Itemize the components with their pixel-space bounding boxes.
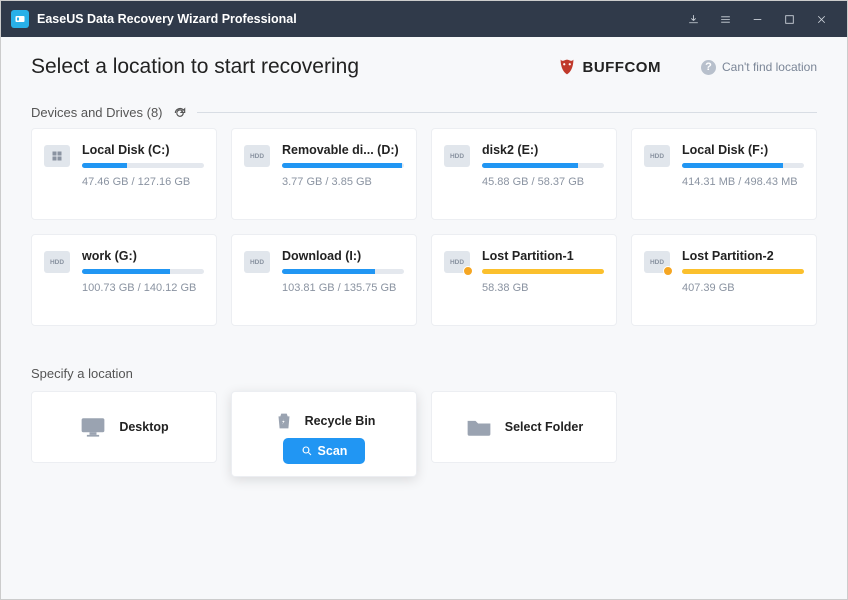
drive-name: Lost Partition-1 [482,249,604,263]
download-icon[interactable] [677,1,709,37]
drive-stats: 58.38 GB [482,282,604,294]
drive-name: Removable di... (D:) [282,143,404,157]
drive-card[interactable]: Lost Partition-1 58.38 GB [431,234,617,326]
hdd-drive-icon [644,251,670,273]
location-select-folder-label: Select Folder [505,420,584,434]
drive-card[interactable]: Local Disk (F:) 414.31 MB / 498.43 MB [631,128,817,220]
desktop-icon [79,415,107,439]
hdd-drive-icon [444,145,470,167]
usage-bar [482,269,604,274]
warning-badge-icon [663,266,673,276]
brand-logo-text: BUFFCOM [582,59,661,76]
content-area: Select a location to start recovering BU… [1,37,847,599]
drive-name: work (G:) [82,249,204,263]
page-title: Select a location to start recovering [31,55,359,79]
drive-stats: 3.77 GB / 3.85 GB [282,176,404,188]
drive-name: Local Disk (F:) [682,143,804,157]
usage-bar [82,163,204,168]
app-icon [11,10,29,28]
warning-badge-icon [463,266,473,276]
refresh-icon[interactable] [173,106,187,120]
hdd-drive-icon [644,145,670,167]
scan-button-label: Scan [318,444,348,458]
usage-bar [282,269,404,274]
drive-stats: 414.31 MB / 498.43 MB [682,176,804,188]
drives-grid: Local Disk (C:) 47.46 GB / 127.16 GB Remov… [31,128,817,326]
usage-bar [82,269,204,274]
titlebar: EaseUS Data Recovery Wizard Professional [1,1,847,37]
hdd-drive-icon [244,145,270,167]
hdd-drive-icon [244,251,270,273]
drive-name: disk2 (E:) [482,143,604,157]
specify-section-header: Specify a location [31,366,817,381]
usage-bar [282,163,404,168]
usage-bar [682,269,804,274]
divider [197,112,817,113]
scan-icon [301,445,313,457]
help-link[interactable]: ? Can't find location [701,60,817,75]
maximize-button[interactable] [773,1,805,37]
menu-icon[interactable] [709,1,741,37]
windows-drive-icon [44,145,70,167]
drive-card[interactable]: work (G:) 100.73 GB / 140.12 GB [31,234,217,326]
drive-name: Lost Partition-2 [682,249,804,263]
devices-section-header: Devices and Drives (8) [31,105,817,120]
location-desktop[interactable]: Desktop [31,391,217,463]
drive-stats: 45.88 GB / 58.37 GB [482,176,604,188]
drive-name: Download (I:) [282,249,404,263]
usage-bar [682,163,804,168]
usage-bar [482,163,604,168]
devices-section-label: Devices and Drives (8) [31,105,163,120]
app-title: EaseUS Data Recovery Wizard Professional [37,12,297,26]
location-desktop-label: Desktop [119,420,168,434]
drive-card[interactable]: Local Disk (C:) 47.46 GB / 127.16 GB [31,128,217,220]
hdd-drive-icon [44,251,70,273]
drive-stats: 100.73 GB / 140.12 GB [82,282,204,294]
drive-stats: 103.81 GB / 135.75 GB [282,282,404,294]
location-recycle-bin[interactable]: Recycle Bin Scan [231,391,417,477]
specify-section-label: Specify a location [31,366,133,381]
minimize-button[interactable] [741,1,773,37]
help-icon: ? [701,60,716,75]
drive-stats: 47.46 GB / 127.16 GB [82,176,204,188]
location-select-folder[interactable]: Select Folder [431,391,617,463]
header-row: Select a location to start recovering BU… [31,55,817,79]
help-link-label: Can't find location [722,60,817,74]
app-window: EaseUS Data Recovery Wizard Professional… [0,0,848,600]
recycle-bin-icon [273,410,295,432]
drive-card[interactable]: Lost Partition-2 407.39 GB [631,234,817,326]
drive-card[interactable]: Removable di... (D:) 3.77 GB / 3.85 GB [231,128,417,220]
folder-icon [465,415,493,439]
location-recycle-bin-label: Recycle Bin [305,414,376,428]
drive-stats: 407.39 GB [682,282,804,294]
brand-logo: BUFFCOM [556,56,661,78]
drive-name: Local Disk (C:) [82,143,204,157]
scan-button[interactable]: Scan [283,438,365,464]
drive-card[interactable]: disk2 (E:) 45.88 GB / 58.37 GB [431,128,617,220]
close-button[interactable] [805,1,837,37]
locations-grid: Desktop Recycle Bin Scan Select Folder [31,391,817,477]
hdd-drive-icon [444,251,470,273]
drive-card[interactable]: Download (I:) 103.81 GB / 135.75 GB [231,234,417,326]
